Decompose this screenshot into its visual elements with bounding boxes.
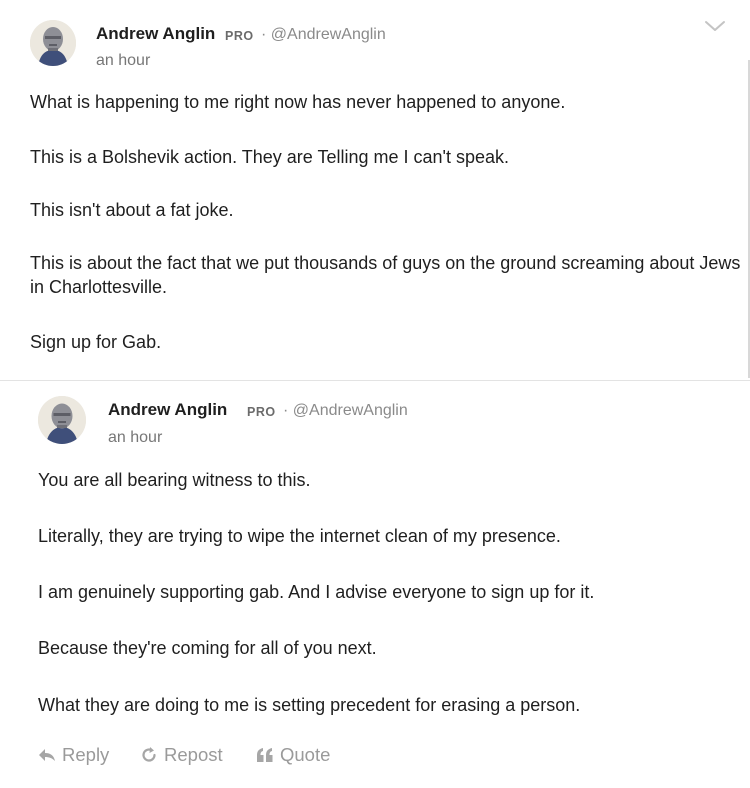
author-handle[interactable]: · @AndrewAnglin: [261, 26, 386, 44]
post-paragraph: This is a Bolshevik action. They are Tel…: [30, 147, 510, 167]
pro-badge: PRO: [225, 29, 254, 43]
quote-label: Quote: [280, 744, 331, 765]
post-paragraph: What is happening to me right now has ne…: [30, 92, 566, 112]
post-paragraph: You are all bearing witness to this.: [38, 470, 311, 490]
post-paragraph: I am genuinely supporting gab. And I adv…: [38, 582, 595, 602]
repost-button[interactable]: Repost: [140, 744, 223, 766]
quote-button[interactable]: Quote: [256, 744, 330, 766]
pro-badge: PRO: [247, 405, 276, 419]
author-name[interactable]: Andrew Anglin: [108, 400, 227, 420]
post-paragraph: This is about the fact that we put thous…: [30, 253, 741, 297]
divider: [0, 380, 750, 381]
post-paragraph: Literally, they are trying to wipe the i…: [38, 526, 561, 546]
reply-label: Reply: [62, 744, 110, 765]
post-paragraph: Because they're coming for all of you ne…: [38, 638, 377, 658]
post-paragraph: Sign up for Gab.: [30, 332, 162, 352]
post-card: Andrew Anglin PRO · @AndrewAnglin an hou…: [0, 0, 750, 380]
author-name[interactable]: Andrew Anglin: [96, 24, 215, 44]
reply-button[interactable]: Reply: [38, 744, 109, 766]
repost-label: Repost: [164, 744, 223, 765]
post-paragraph: This isn't about a fat joke.: [30, 200, 234, 220]
post-timestamp[interactable]: an hour: [108, 429, 162, 447]
author-handle[interactable]: · @AndrewAnglin: [283, 402, 408, 420]
chevron-down-icon[interactable]: [700, 14, 730, 38]
repost-icon: [140, 746, 158, 764]
post-paragraph: What they are doing to me is setting pre…: [38, 695, 581, 715]
reply-arrow-icon: [38, 747, 56, 763]
avatar[interactable]: [30, 20, 76, 66]
quote-icon: [256, 747, 274, 763]
avatar[interactable]: [38, 396, 86, 444]
post-timestamp[interactable]: an hour: [96, 52, 150, 70]
